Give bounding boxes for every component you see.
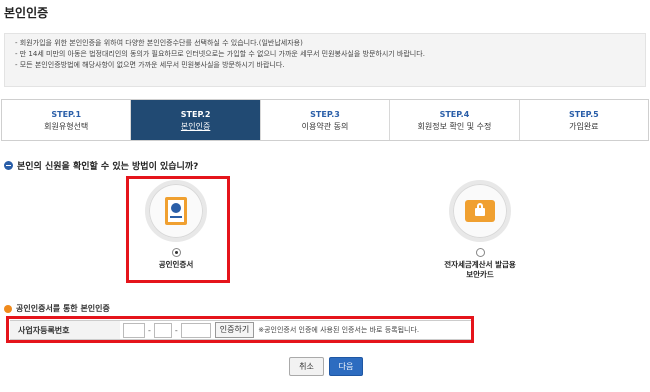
- step-label: 본인인증: [180, 122, 211, 131]
- notice-item: 회원가입을 위한 본인인증을 위하여 다양한 본인인증수단를 선택하실 수 있습…: [15, 38, 635, 49]
- cert-section-title: 공인인증서를 통한 본인인증: [4, 303, 110, 314]
- cancel-button[interactable]: 취소: [289, 357, 324, 376]
- step-number: STEP.3: [310, 110, 340, 119]
- step-progress: STEP.1 회원유형선택 STEP.2 본인인증 STEP.3 이용약관 동의…: [1, 99, 649, 141]
- security-card-label-line1: 전자세금계산서 발급용: [444, 260, 516, 269]
- method-security-card[interactable]: 전자세금계산서 발급용 보안카드: [425, 180, 535, 280]
- bullet-minus-icon: [4, 161, 13, 170]
- method-question: 본인의 신원을 확인할 수 있는 방법이 있습니까?: [4, 159, 198, 172]
- cert-section-title-text: 공인인증서를 통한 본인인증: [16, 304, 110, 313]
- next-button[interactable]: 다음: [329, 357, 363, 376]
- security-card-label: 전자세금계산서 발급용 보안카드: [425, 260, 535, 280]
- step-label: 가입완료: [569, 122, 599, 131]
- step-3: STEP.3 이용약관 동의: [260, 100, 391, 140]
- step-number: STEP.2: [180, 110, 211, 119]
- step-number: STEP.1: [51, 110, 82, 119]
- notice-box: 회원가입을 위한 본인인증을 위하여 다양한 본인인증수단를 선택하실 수 있습…: [4, 33, 646, 87]
- highlight-box-form: [6, 316, 474, 343]
- step-number: STEP.4: [439, 110, 470, 119]
- highlight-box-certificate: [126, 176, 230, 283]
- step-5: STEP.5 가입완료: [519, 100, 649, 140]
- step-4: STEP.4 회원정보 확인 및 수정: [390, 100, 520, 140]
- step-number: STEP.5: [568, 110, 599, 119]
- security-card-icon: [465, 200, 495, 222]
- step-2: STEP.2 본인인증: [131, 100, 261, 140]
- security-card-radio[interactable]: [475, 248, 485, 257]
- page-title: 본인인증: [4, 6, 49, 20]
- step-label: 회원정보 확인 및 수정: [417, 122, 492, 131]
- step-label: 이용약관 동의: [301, 122, 349, 131]
- security-card-label-line2: 보안카드: [466, 270, 494, 279]
- question-text: 본인의 신원을 확인할 수 있는 방법이 있습니까?: [17, 162, 199, 172]
- security-card-icon-circle[interactable]: [449, 180, 511, 242]
- notice-item: 만 14세 미만의 아동은 법정대리인의 동의가 필요하므로 인터넷으로는 가입…: [15, 49, 635, 60]
- step-1: STEP.1 회원유형선택: [2, 100, 132, 140]
- orange-bullet-icon: [4, 304, 12, 313]
- notice-item: 모든 본인인증방법에 해당사항이 없으면 가까운 세무서 민원봉사실을 방문하시…: [15, 60, 635, 71]
- step-label: 회원유형선택: [44, 122, 89, 131]
